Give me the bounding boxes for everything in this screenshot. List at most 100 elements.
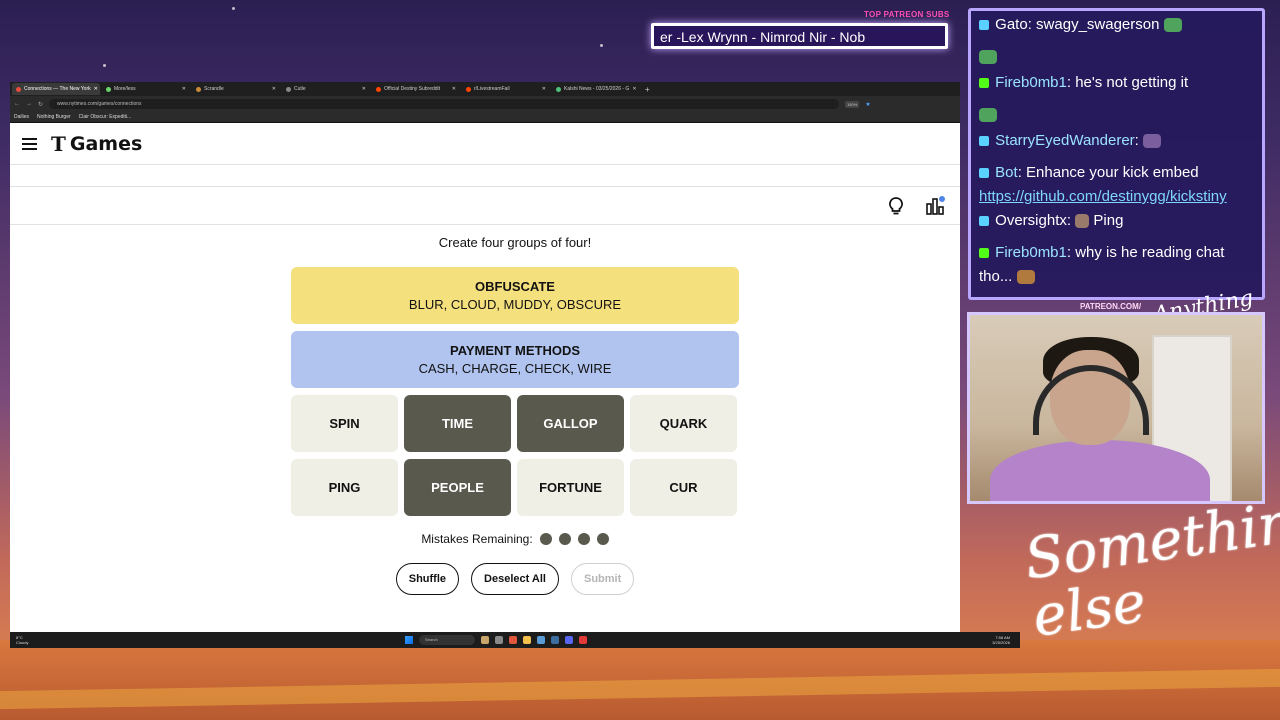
tab-favicon-icon xyxy=(286,86,291,92)
tab-scrandle[interactable]: Scrandle ✕ xyxy=(192,83,280,95)
chat-message: Bot: Enhance your kick embed https://git… xyxy=(979,164,1227,205)
address-bar: ← → ↻ www.nytimes.com/games/connections … xyxy=(10,96,960,112)
word-tile[interactable]: FORTUNE xyxy=(517,459,624,516)
sub-header xyxy=(10,165,960,187)
close-tab-icon[interactable]: ✕ xyxy=(362,86,366,92)
windows-start-icon[interactable] xyxy=(405,636,413,644)
submit-button[interactable]: Submit xyxy=(570,563,635,595)
deselect-all-button[interactable]: Deselect All xyxy=(471,563,559,595)
subs-ticker: er -Lex Wrynn - Nimrod Nir - Nob xyxy=(651,23,948,49)
word-grid: SPIN TIME GALLOP QUARK PING PEOPLE FORTU… xyxy=(291,395,739,516)
game-toolbar xyxy=(10,187,960,225)
tab-destiny-subreddit[interactable]: Official Destiny Subreddit ✕ xyxy=(372,83,460,95)
bookmark-nothing-burger[interactable]: Nothing Burger xyxy=(37,114,71,120)
star-decoration xyxy=(232,7,235,10)
bookmark-clair-obscur[interactable]: Clair Obscur: Expediti... xyxy=(79,114,132,120)
url-field[interactable]: www.nytimes.com/games/connections xyxy=(49,99,840,109)
taskbar-apps: Search xyxy=(405,635,587,645)
tab-bar: Connections — The New York ✕ More/less ✕ S… xyxy=(10,82,960,96)
star-bookmark-icon[interactable]: ★ xyxy=(865,101,870,108)
forward-icon[interactable]: → xyxy=(26,101,32,107)
chat-link[interactable]: https://github.com/destinygg/kickstiny xyxy=(979,188,1227,205)
taskbar-search[interactable]: Search xyxy=(419,635,475,645)
game-controls: Shuffle Deselect All Submit xyxy=(291,563,739,595)
close-tab-icon[interactable]: ✕ xyxy=(182,86,186,92)
taskbar-clock[interactable]: 7:58 AM 3/25/2026 xyxy=(992,635,1010,645)
tab-favicon-icon xyxy=(376,86,381,92)
folder-app-icon[interactable] xyxy=(523,636,531,644)
tab-cutle[interactable]: Cutle ✕ xyxy=(282,83,370,95)
solved-group-title: PAYMENT METHODS xyxy=(449,343,580,358)
close-tab-icon[interactable]: ✕ xyxy=(542,86,546,92)
reload-icon[interactable]: ↻ xyxy=(38,101,43,108)
mistakes-label: Mistakes Remaining: xyxy=(421,532,533,546)
chat-message: Gato: swagy_swagerson xyxy=(979,13,1254,37)
mistake-dot xyxy=(539,533,552,545)
weather-widget[interactable]: 8°C Cloudy xyxy=(16,635,28,645)
browser-window: Connections — The New York ✕ More/less ✕ S… xyxy=(10,82,960,632)
tab-favicon-icon xyxy=(196,86,201,92)
emote-icon xyxy=(1143,134,1162,149)
tab-more-less[interactable]: More/less ✕ xyxy=(102,83,190,95)
tab-favicon-icon xyxy=(16,86,21,92)
mistakes-remaining: Mistakes Remaining: xyxy=(291,532,739,546)
mistake-dot xyxy=(577,533,590,545)
word-tile-selected[interactable]: PEOPLE xyxy=(404,459,511,516)
word-tile[interactable]: PING xyxy=(291,459,398,516)
zoom-level[interactable]: 150% xyxy=(845,100,860,108)
star-decoration xyxy=(103,64,106,67)
chat-message: Oversightx: Ping xyxy=(979,209,1254,233)
chat-badge-icon xyxy=(979,216,989,227)
chat-badge-icon xyxy=(979,168,989,179)
solved-group-yellow: OBFUSCATE BLUR, CLOUD, MUDDY, OBSCURE xyxy=(291,267,739,324)
frog-emote-icon xyxy=(979,50,997,65)
game-prompt: Create four groups of four! xyxy=(438,235,592,250)
back-icon[interactable]: ← xyxy=(14,101,20,107)
solved-group-words: CASH, CHARGE, CHECK, WIRE xyxy=(418,361,612,376)
taskbar-app-icon[interactable] xyxy=(495,636,503,644)
steam-app-icon[interactable] xyxy=(551,636,559,644)
word-tile[interactable]: SPIN xyxy=(291,395,398,452)
hint-lightbulb-icon[interactable] xyxy=(886,196,906,216)
solved-group-blue: PAYMENT METHODS CASH, CHARGE, CHECK, WIR… xyxy=(291,331,739,388)
mistake-dot xyxy=(596,533,609,545)
bookmark-dailies[interactable]: Dailies xyxy=(14,114,29,120)
emote-icon xyxy=(1075,214,1090,229)
tab-kalshi-news[interactable]: Kalshi News - 03/25/2026 - G ✕ xyxy=(552,83,640,95)
close-tab-icon[interactable]: ✕ xyxy=(272,86,276,92)
new-tab-icon[interactable]: + xyxy=(642,85,653,94)
close-tab-icon[interactable]: ✕ xyxy=(452,86,456,92)
close-tab-icon[interactable]: ✕ xyxy=(632,86,636,92)
tab-favicon-icon xyxy=(466,86,471,92)
games-logo[interactable]: Games xyxy=(70,133,142,155)
word-tile[interactable]: QUARK xyxy=(630,395,737,452)
bear-emote-icon xyxy=(1016,270,1035,285)
patreon-label: PATREON.COM/ xyxy=(1080,302,1142,311)
frog-emote-icon xyxy=(1163,18,1182,33)
chat-message xyxy=(979,45,1254,69)
webcam-feed xyxy=(967,312,1265,504)
solved-group-title: OBFUSCATE xyxy=(475,279,555,294)
taskbar-app-icon[interactable] xyxy=(537,636,545,644)
chat-message: Fireb0mb1: he's not getting it xyxy=(979,71,1254,95)
star-decoration xyxy=(600,44,603,47)
browser-app-icon[interactable] xyxy=(509,636,517,644)
chat-badge-icon xyxy=(979,136,989,147)
taskbar-app-icon[interactable] xyxy=(579,636,587,644)
solved-group-words: BLUR, CLOUD, MUDDY, OBSCURE xyxy=(408,297,622,312)
close-tab-icon[interactable]: ✕ xyxy=(94,86,98,92)
frog-emote-icon xyxy=(979,108,997,123)
tab-connections[interactable]: Connections — The New York ✕ xyxy=(12,83,100,95)
hamburger-menu-icon[interactable] xyxy=(22,137,37,150)
taskbar-app-icon[interactable] xyxy=(481,636,489,644)
discord-app-icon[interactable] xyxy=(565,636,573,644)
shuffle-button[interactable]: Shuffle xyxy=(395,563,460,595)
chat-message: Fireb0mb1: why is he reading chat tho... xyxy=(979,244,1225,285)
tab-livestreamfail[interactable]: r/LivestreamFail ✕ xyxy=(462,83,550,95)
tab-favicon-icon xyxy=(556,86,561,92)
word-tile-selected[interactable]: TIME xyxy=(404,395,511,452)
word-tile[interactable]: CUR xyxy=(630,459,737,516)
nyt-logo[interactable]: T xyxy=(51,132,66,156)
word-tile-selected[interactable]: GALLOP xyxy=(517,395,624,452)
stats-chart-icon[interactable] xyxy=(925,196,945,216)
